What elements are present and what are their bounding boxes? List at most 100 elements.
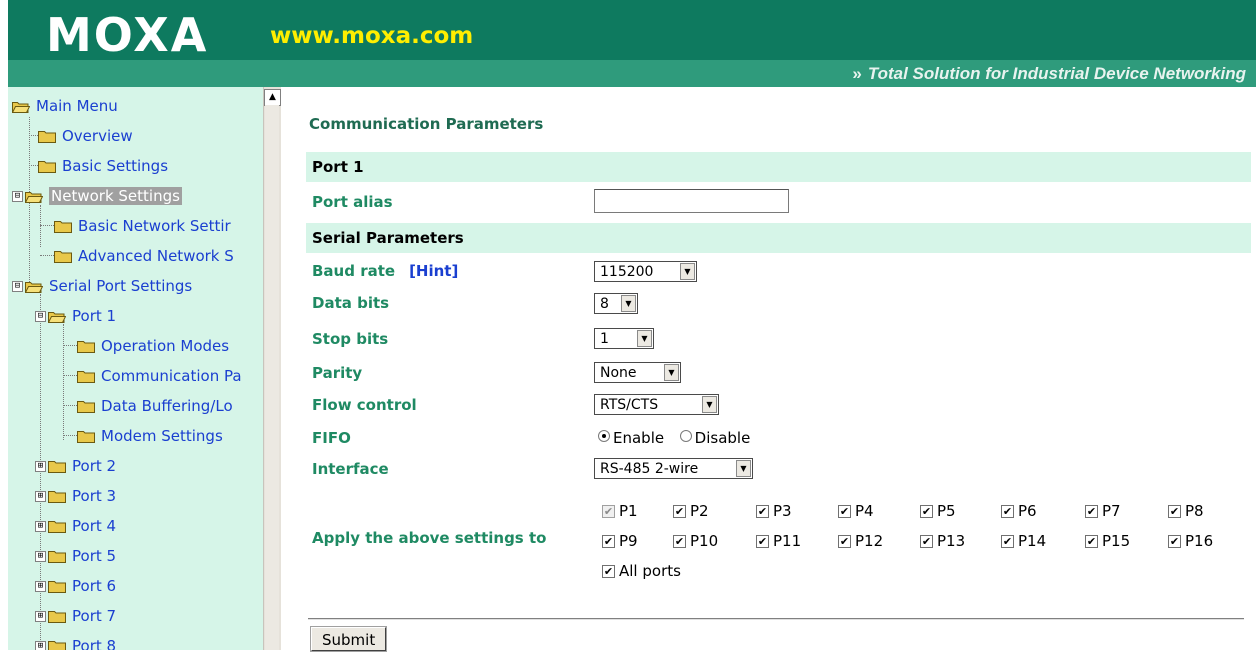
port-p6-option[interactable]: ✔ P6 [1001, 501, 1037, 521]
expand-icon[interactable]: ⊞ [35, 581, 46, 592]
flow-control-select[interactable]: RTS/CTS ▼ [594, 394, 719, 415]
port-checkbox-label[interactable]: P8 [1185, 502, 1204, 520]
sidebar-scrollbar[interactable]: ▲ [263, 87, 281, 650]
port-checkbox[interactable]: ✔ [920, 535, 933, 548]
sidebar-item-communication-parameters[interactable]: Communication Pa [77, 365, 242, 387]
sidebar-item-advanced-network-settings[interactable]: Advanced Network S [54, 245, 234, 267]
port-p9-option[interactable]: ✔ P9 [602, 531, 638, 551]
port-p16-option[interactable]: ✔ P16 [1168, 531, 1213, 551]
fifo-enable-label[interactable]: Enable [613, 429, 664, 447]
port-checkbox-label[interactable]: P6 [1018, 502, 1037, 520]
port-checkbox-label[interactable]: P3 [773, 502, 792, 520]
port-alias-input[interactable] [594, 189, 789, 213]
port-checkbox-label[interactable]: P12 [855, 532, 883, 550]
collapse-icon[interactable]: ⊟ [12, 281, 23, 292]
port-p13-option[interactable]: ✔ P13 [920, 531, 965, 551]
port-p14-option[interactable]: ✔ P14 [1001, 531, 1046, 551]
port-checkbox[interactable]: ✔ [1001, 505, 1014, 518]
port-p7-option[interactable]: ✔ P7 [1085, 501, 1121, 521]
sidebar-item-basic-network-settings[interactable]: Basic Network Settir [54, 215, 231, 237]
dropdown-arrow-icon[interactable]: ▼ [664, 364, 679, 381]
sidebar-item-operation-modes[interactable]: Operation Modes [77, 335, 229, 357]
port-checkbox[interactable]: ✔ [673, 505, 686, 518]
sidebar-item-data-buffering[interactable]: Data Buffering/Lo [77, 395, 233, 417]
sidebar-item-port-3[interactable]: ⊞ Port 3 [35, 485, 116, 507]
dropdown-arrow-icon[interactable]: ▼ [621, 295, 636, 312]
sidebar-item-port-2[interactable]: ⊞ Port 2 [35, 455, 116, 477]
expand-icon[interactable]: ⊞ [35, 491, 46, 502]
port-checkbox[interactable]: ✔ [673, 535, 686, 548]
port-checkbox-label[interactable]: P9 [619, 532, 638, 550]
sidebar-item-port-4[interactable]: ⊞ Port 4 [35, 515, 116, 537]
sidebar-item-basic-settings[interactable]: Basic Settings [38, 155, 168, 177]
fifo-disable-label[interactable]: Disable [695, 429, 751, 447]
all-ports-label[interactable]: All ports [619, 562, 681, 580]
fifo-disable-radio[interactable] [679, 430, 692, 442]
collapse-icon[interactable]: ⊟ [35, 311, 46, 322]
port-checkbox[interactable]: ✔ [602, 535, 615, 548]
port-checkbox-label[interactable]: P13 [937, 532, 965, 550]
interface-select[interactable]: RS-485 2-wire ▼ [594, 458, 753, 479]
sidebar-item-port-1[interactable]: ⊟ Port 1 [35, 305, 116, 327]
expand-icon[interactable]: ⊞ [35, 461, 46, 472]
sidebar-item-serial-port-settings[interactable]: ⊟ Serial Port Settings [12, 275, 192, 297]
port-p4-option[interactable]: ✔ P4 [838, 501, 874, 521]
port-checkbox[interactable]: ✔ [838, 505, 851, 518]
expand-icon[interactable]: ⊞ [35, 611, 46, 622]
submit-button[interactable]: Submit [309, 626, 388, 652]
port-checkbox-label[interactable]: P16 [1185, 532, 1213, 550]
scrollbar-track[interactable] [265, 105, 279, 650]
sidebar-item-port-7[interactable]: ⊞ Port 7 [35, 605, 116, 627]
port-checkbox[interactable]: ✔ [920, 505, 933, 518]
port-checkbox[interactable]: ✔ [1085, 505, 1098, 518]
hint-link[interactable]: [Hint] [409, 262, 458, 280]
fifo-enable-radio[interactable] [598, 430, 610, 442]
port-checkbox[interactable]: ✔ [1168, 505, 1181, 518]
port-p3-option[interactable]: ✔ P3 [756, 501, 792, 521]
port-checkbox-label[interactable]: P4 [855, 502, 874, 520]
port-checkbox[interactable]: ✔ [756, 505, 769, 518]
port-checkbox-label[interactable]: P5 [937, 502, 956, 520]
port-checkbox-label[interactable]: P15 [1102, 532, 1130, 550]
sidebar-item-port-5[interactable]: ⊞ Port 5 [35, 545, 116, 567]
expand-icon[interactable]: ⊞ [35, 521, 46, 532]
sidebar-item-port-6[interactable]: ⊞ Port 6 [35, 575, 116, 597]
all-ports-option[interactable]: ✔ All ports [602, 561, 681, 581]
parity-select[interactable]: None ▼ [594, 362, 681, 383]
sidebar-item-port-8[interactable]: ⊞ Port 8 [35, 635, 116, 650]
port-p8-option[interactable]: ✔ P8 [1168, 501, 1204, 521]
stop-bits-select[interactable]: 1 ▼ [594, 328, 654, 349]
port-checkbox[interactable]: ✔ [1168, 535, 1181, 548]
dropdown-arrow-icon[interactable]: ▼ [702, 396, 717, 413]
sidebar-item-main-menu[interactable]: Main Menu [12, 95, 118, 117]
port-p5-option[interactable]: ✔ P5 [920, 501, 956, 521]
port-checkbox-label[interactable]: P2 [690, 502, 709, 520]
port-checkbox[interactable]: ✔ [1001, 535, 1014, 548]
port-checkbox[interactable]: ✔ [838, 535, 851, 548]
sidebar-item-modem-settings[interactable]: Modem Settings [77, 425, 223, 447]
dropdown-arrow-icon[interactable]: ▼ [680, 263, 695, 280]
sidebar-item-overview[interactable]: Overview [38, 125, 133, 147]
dropdown-arrow-icon[interactable]: ▼ [736, 460, 751, 477]
port-p15-option[interactable]: ✔ P15 [1085, 531, 1130, 551]
port-checkbox-label[interactable]: P11 [773, 532, 801, 550]
port-p12-option[interactable]: ✔ P12 [838, 531, 883, 551]
dropdown-arrow-icon[interactable]: ▼ [637, 330, 652, 347]
baud-rate-select[interactable]: 115200 ▼ [594, 261, 697, 282]
port-p11-option[interactable]: ✔ P11 [756, 531, 801, 551]
port-checkbox-label[interactable]: P10 [690, 532, 718, 550]
expand-icon[interactable]: ⊞ [35, 551, 46, 562]
collapse-icon[interactable]: ⊟ [12, 191, 23, 202]
data-bits-select[interactable]: 8 ▼ [594, 293, 638, 314]
sidebar-item-network-settings[interactable]: ⊟ Network Settings [12, 185, 182, 207]
port-checkbox[interactable]: ✔ [1085, 535, 1098, 548]
port-checkbox-label[interactable]: P14 [1018, 532, 1046, 550]
header-url[interactable]: www.moxa.com [270, 21, 473, 51]
scroll-up-arrow-icon[interactable]: ▲ [264, 89, 281, 106]
port-p10-option[interactable]: ✔ P10 [673, 531, 718, 551]
port-checkbox[interactable]: ✔ [756, 535, 769, 548]
expand-icon[interactable]: ⊞ [35, 641, 46, 650]
port-checkbox-label[interactable]: P7 [1102, 502, 1121, 520]
port-p2-option[interactable]: ✔ P2 [673, 501, 709, 521]
all-ports-checkbox[interactable]: ✔ [602, 565, 615, 578]
